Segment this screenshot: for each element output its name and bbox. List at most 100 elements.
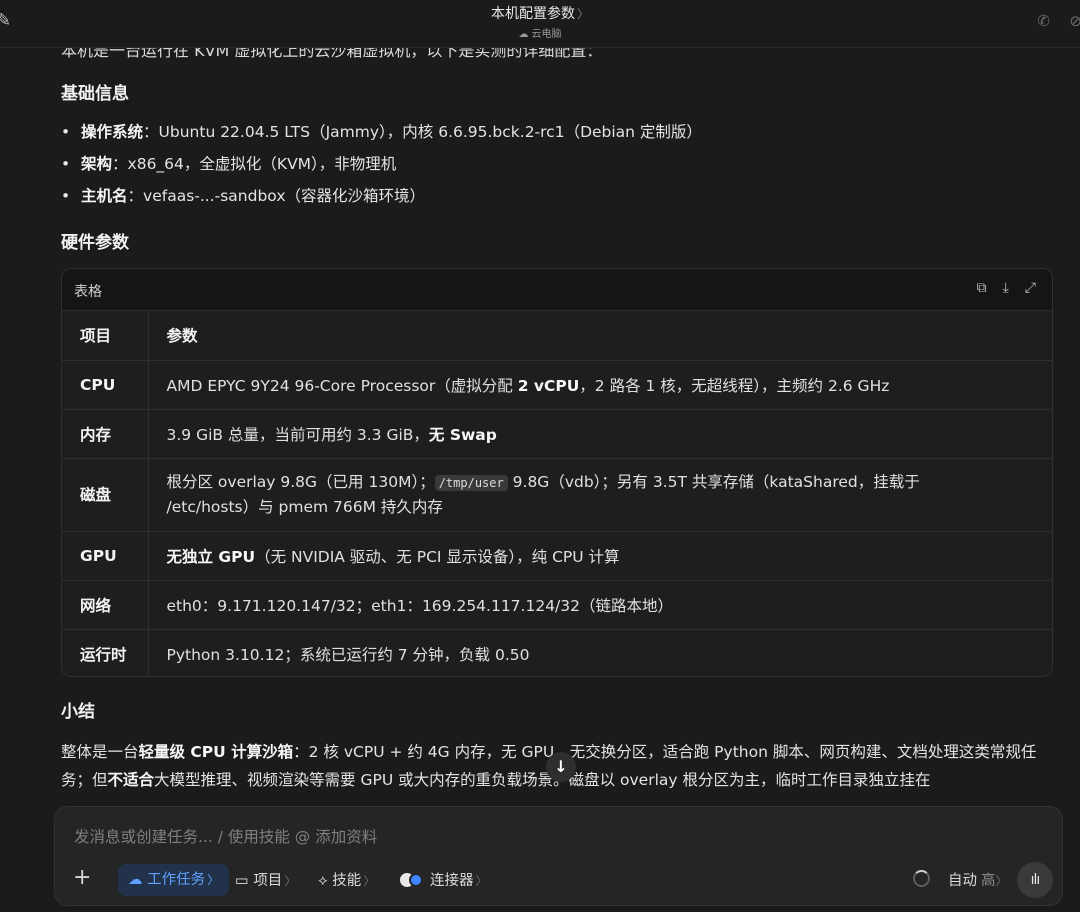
summary-bold: 轻量级 CPU 计算沙箱 [138,743,294,761]
cell-bold: 无 Swap [428,425,497,444]
chevron-right-icon: 〉 [995,874,1008,888]
row-value: 根分区 overlay 9.8G（已用 130M）；/tmp/user 9.8G… [148,458,1052,532]
table-row: 磁盘 根分区 overlay 9.8G（已用 130M）；/tmp/user 9… [62,458,1052,532]
list-item-sep: ： [112,155,128,173]
section-title-summary: 小结 [61,702,95,722]
project-chip[interactable]: ▭ 项目〉 [235,865,296,897]
list-item-value: vefaas-...-sandbox（容器化沙箱环境） [143,187,425,205]
page-title[interactable]: 本机配置参数〉 [0,3,1080,23]
skills-icon: ⟡ [318,873,328,889]
top-bar: ✎ 本机配置参数〉 ☁ 云电脑 ✆ ⊘ [0,0,1080,48]
list-item-value: x86_64，全虚拟化（KVM），非物理机 [127,155,397,173]
bullet-icon: • [61,123,71,141]
cell-bold: 无独立 GPU [166,547,256,566]
row-value: AMD EPYC 9Y24 96-Core Processor（虚拟分配 2 v… [148,360,1052,410]
section-title-hardware: 硬件参数 [61,233,129,253]
mute-icon[interactable]: ⊘ [1069,12,1080,30]
cell-text: /etc/hosts）与 pmem 766M 持久内存 [166,498,443,516]
chevron-right-icon: 〉 [363,874,376,888]
row-key: 磁盘 [62,458,149,532]
scroll-down-button[interactable]: ↓ [546,752,576,782]
row-key: CPU [62,360,149,410]
list-item: • 主机名：vefaas-...-sandbox（容器化沙箱环境） [61,183,702,215]
message-composer: 发消息或创建任务... / 使用技能 @ 添加资料 + ☁ 工作任务〉 ▭ 项目… [54,806,1063,906]
cell-text: ，2 路各 1 核，无超线程），主频约 2.6 GHz [579,376,890,395]
page-subtitle: ☁ 云电脑 [0,25,1080,40]
list-item-key: 架构 [81,155,113,173]
cloud-icon: ☁ [128,872,143,888]
row-key: 网络 [62,580,149,630]
hardware-table-card: 表格 ⧉ ⤓ ⤢ 项目 参数 CPU AMD EPYC 9Y24 96-Core… [61,268,1053,677]
chevron-right-icon: 〉 [207,873,220,887]
table-label: 表格 [74,284,102,300]
folder-icon: ▭ [235,873,249,889]
page-title-text: 本机配置参数 [490,6,575,22]
table-toolbar: 表格 ⧉ ⤓ ⤢ [62,269,1052,311]
row-key: 内存 [62,409,149,459]
table-row: 运行时 Python 3.10.12；系统已运行约 7 分钟，负载 0.50 [62,629,1052,676]
hardware-table: 项目 参数 CPU AMD EPYC 9Y24 96-Core Processo… [62,311,1052,676]
subtitle-text: 云电脑 [531,29,562,40]
connector-icon [400,873,424,887]
arrow-down-icon: ↓ [554,757,568,776]
download-icon[interactable]: ⤓ [1003,280,1009,296]
add-icon[interactable]: + [73,865,91,890]
bullet-icon: • [61,155,71,173]
cell-text: 9.8G（vdb）；另有 3.5T 共享存储（kataShared，挂载于 [507,473,920,491]
table-row: GPU 无独立 GPU（无 NVIDIA 驱动、无 PCI 显示设备），纯 CP… [62,531,1052,581]
table-header-row: 项目 参数 [62,311,1052,361]
inline-code: /tmp/user [434,475,508,491]
table-row: 网络 eth0：9.171.120.147/32；eth1：169.254.11… [62,580,1052,630]
summary-text: 整体是一台 [61,743,139,761]
mode-label: 自动 [948,873,977,889]
copy-icon[interactable]: ⧉ [977,280,987,296]
voice-input-button[interactable]: ılı [1017,862,1053,898]
cell-bold: 2 vCPU [517,376,580,395]
connector-chip[interactable]: 连接器〉 [400,865,488,897]
row-value: Python 3.10.12；系统已运行约 7 分钟，负载 0.50 [166,645,530,664]
row-value: 3.9 GiB 总量，当前可用约 3.3 GiB，无 Swap [148,409,1052,459]
list-item-key: 操作系统 [81,123,144,141]
list-item: • 架构：x86_64，全虚拟化（KVM），非物理机 [61,151,702,183]
table-tools: ⧉ ⤓ ⤢ [977,280,1036,296]
chip-label: 连接器 [430,873,474,889]
row-key: GPU [62,531,149,581]
expand-icon[interactable]: ⤢ [1025,280,1036,296]
waveform-icon: ılı [1030,872,1041,888]
chip-label: 项目 [253,873,283,889]
loading-spinner-icon [913,870,930,887]
cloud-icon: ☁ [518,29,529,40]
table-row: 内存 3.9 GiB 总量，当前可用约 3.3 GiB，无 Swap [62,409,1052,459]
bullet-icon: • [61,187,71,205]
chip-label: 工作任务 [147,872,206,888]
summary-text: 大模型推理、视频渲染等需要 GPU 或大内存的重负载场景。磁盘以 overlay… [154,771,931,789]
basic-info-list: • 操作系统：Ubuntu 22.04.5 LTS（Jammy），内核 6.6.9… [61,119,702,215]
cell-text: 根分区 overlay 9.8G（已用 130M）； [166,473,435,491]
list-item-key: 主机名 [81,187,128,205]
cell-text: （无 NVIDIA 驱动、无 PCI 显示设备），纯 CPU 计算 [255,547,620,566]
list-item-sep: ： [127,187,144,205]
row-value: 无独立 GPU（无 NVIDIA 驱动、无 PCI 显示设备），纯 CPU 计算 [148,531,1052,581]
list-item-sep: ： [143,123,159,141]
model-mode-selector[interactable]: 自动 高〉 [948,865,1008,897]
cell-text: 3.9 GiB 总量，当前可用约 3.3 GiB， [166,425,429,444]
summary-bold: 不适合 [107,771,155,789]
row-key: 运行时 [62,629,149,676]
work-task-chip[interactable]: ☁ 工作任务〉 [118,864,230,896]
list-item: • 操作系统：Ubuntu 22.04.5 LTS（Jammy），内核 6.6.9… [61,119,702,151]
phone-icon[interactable]: ✆ [1037,12,1050,30]
column-header-param: 参数 [148,311,1052,361]
title-area[interactable]: 本机配置参数〉 ☁ 云电脑 [0,3,1080,40]
chip-label: 技能 [332,873,362,889]
chevron-right-icon: 〉 [475,874,488,888]
row-value: eth0：9.171.120.147/32；eth1：169.254.117.1… [148,580,1052,630]
section-title-basic: 基础信息 [61,84,129,104]
message-input[interactable]: 发消息或创建任务... / 使用技能 @ 添加资料 [74,825,377,847]
chevron-right-icon: 〉 [284,874,297,888]
column-header-item: 项目 [62,311,149,361]
mode-level: 高 [981,873,996,889]
skills-chip[interactable]: ⟡ 技能〉 [318,865,375,897]
chevron-right-icon: 〉 [576,7,589,21]
cell-text: AMD EPYC 9Y24 96-Core Processor（虚拟分配 [166,376,518,395]
list-item-value: Ubuntu 22.04.5 LTS（Jammy），内核 6.6.95.bck.… [158,123,702,141]
